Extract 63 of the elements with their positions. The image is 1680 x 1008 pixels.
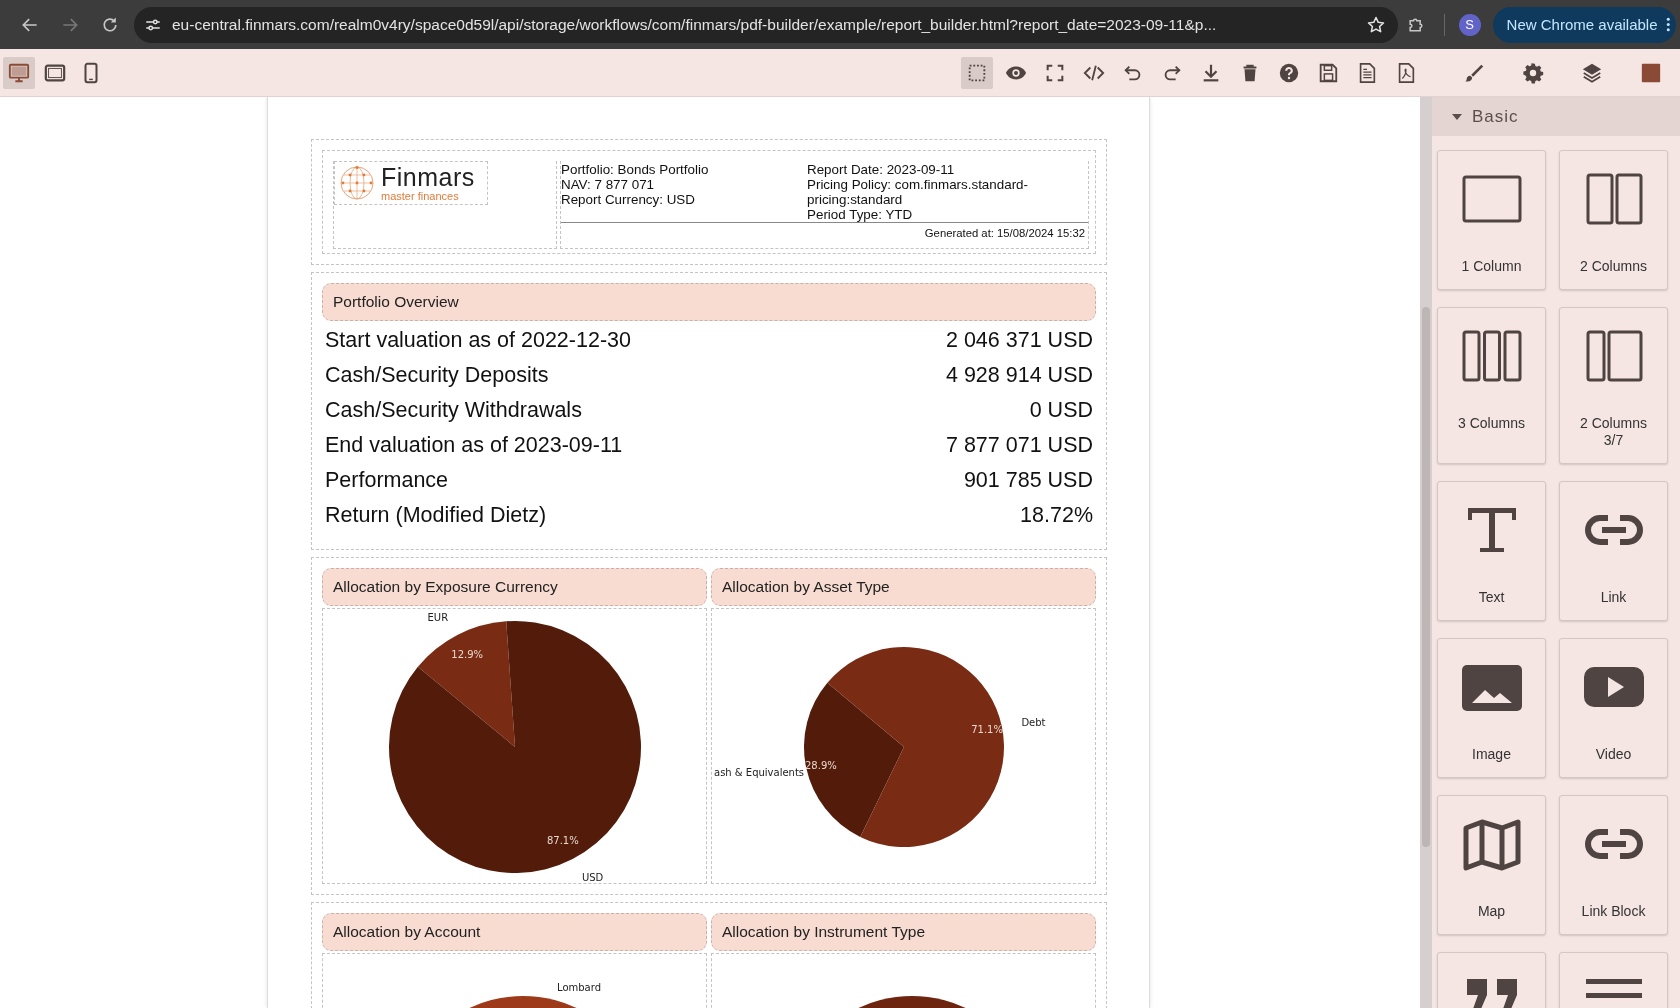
settings-icon — [1521, 61, 1544, 84]
block-card[interactable]: Image — [1437, 638, 1546, 778]
slice-label: ash & Equivalents — [714, 767, 805, 778]
percent-label: 87.1% — [546, 835, 579, 846]
block-card[interactable]: 2 Columns 3/7 — [1559, 307, 1668, 464]
profile-avatar[interactable]: S — [1458, 13, 1481, 36]
report-info-text: Portfolio: Bonds Portfolio — [561, 162, 710, 177]
slice-label: EUR — [427, 612, 449, 623]
chart-header: Allocation by Asset Type — [711, 568, 1096, 606]
update-button[interactable]: New Chrome available — [1492, 6, 1676, 43]
slice-label: Lombard — [557, 982, 601, 993]
scrollbar[interactable] — [1420, 97, 1432, 1008]
metric-value: 4 928 914 USD — [946, 363, 1093, 388]
percent-label: 28.9% — [805, 759, 837, 771]
metric-value: 7 877 071 USD — [946, 433, 1093, 458]
metric-value: 18.72% — [1020, 503, 1093, 528]
block-card[interactable]: 1 Column — [1437, 150, 1546, 290]
scrollbar-thumb[interactable] — [1422, 307, 1430, 847]
block-card[interactable]: Link — [1559, 481, 1668, 621]
device-button[interactable] — [3, 56, 35, 89]
block-card[interactable]: Map — [1437, 795, 1546, 935]
divider-icon — [1585, 979, 1642, 998]
section-header: Portfolio Overview — [322, 283, 1096, 321]
metric-value: 0 USD — [1029, 398, 1093, 423]
block-card[interactable]: 3 Columns — [1437, 307, 1546, 464]
report-info-text: Period Type: YTD — [807, 207, 914, 222]
layers-icon — [1580, 61, 1603, 84]
chart-header: Allocation by Exposure Currency — [322, 568, 707, 606]
caret-icon — [1452, 111, 1462, 122]
category-header[interactable]: Basic — [1432, 97, 1680, 136]
block-card[interactable]: Video — [1559, 638, 1668, 778]
metric-label: Performance — [325, 468, 449, 493]
address-bar[interactable]: eu-central.finmars.com/realm0v4ry/space0d59l/api/storage/workflows/com/finmars/pdf-builder/example/report_builder.html?report_date=2023-09-11&p... — [134, 6, 1398, 43]
toolbar-button[interactable] — [961, 56, 993, 89]
block-card[interactable]: 2 Columns — [1559, 150, 1668, 290]
quote-icon — [1466, 979, 1517, 1008]
percent-label: 71.1% — [971, 724, 1003, 736]
percent-label: 12.9% — [451, 649, 484, 660]
metric-label: Cash/Security Withdrawals — [325, 398, 582, 423]
bookmark-star-icon — [1365, 14, 1386, 35]
report-info-text: Pricing Policy: com.finmars.standard-pricing:standard — [807, 177, 1030, 207]
logo-wordmark: Finmars — [381, 164, 475, 190]
metric-label: Cash/Security Deposits — [325, 363, 549, 388]
block-card[interactable]: Link Block — [1559, 795, 1668, 935]
report-info-text: Report Currency: USD — [561, 192, 696, 207]
generated-timestamp: Generated at: 15/08/2024 15:32 — [923, 226, 1086, 239]
metric-label: End valuation as of 2023-09-11 — [325, 433, 623, 458]
slice-label: USD — [581, 872, 604, 883]
chart-header: Allocation by Account — [322, 913, 707, 951]
report-info-text: NAV: 7 877 071 — [561, 177, 656, 192]
help-icon — [1278, 61, 1300, 84]
metric-value: 901 785 USD — [963, 468, 1093, 493]
logo-tagline: master finances — [381, 190, 460, 202]
block-card[interactable]: Text — [1437, 481, 1546, 621]
metric-label: Start valuation as of 2022-12-30 — [325, 328, 631, 353]
globe-icon — [339, 165, 375, 201]
more-icon — [1665, 17, 1670, 32]
monitor-icon — [8, 61, 30, 84]
report-info-text: Report Date: 2023-09-11 — [807, 162, 956, 177]
metric-value: 2 046 371 USD — [946, 328, 1093, 353]
metric-label: Return (Modified Dietz) — [325, 503, 547, 528]
chart-header: Allocation by Instrument Type — [711, 913, 1096, 951]
slice-label: Debt — [1021, 717, 1046, 728]
